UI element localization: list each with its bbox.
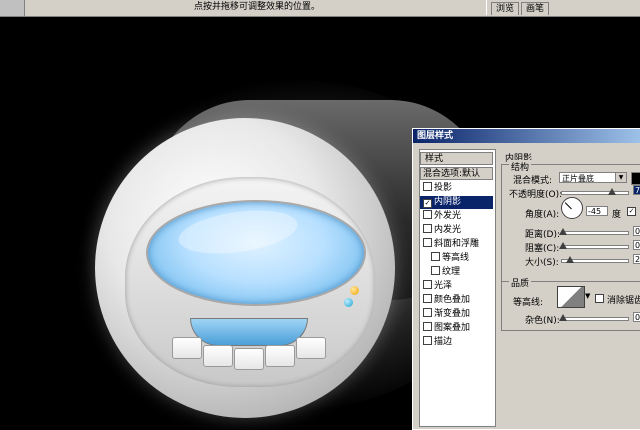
style-item-label: 光泽 <box>434 281 453 291</box>
distance-label: 距离(D): <box>525 230 560 240</box>
contour-label: 等高线: <box>513 298 544 308</box>
style-item-color-overlay[interactable]: 颜色叠加 <box>420 294 493 307</box>
palette-well: 浏览 画笔 <box>486 0 640 15</box>
device-key <box>234 348 264 370</box>
slider-thumb-icon[interactable] <box>566 256 574 263</box>
size-slider[interactable] <box>561 256 629 263</box>
layer-style-dialog: 图层样式 样式 混合选项:默认 投影 ✓ 内阴影 外发光 内发光 斜面和浮雕 等高… <box>412 128 640 430</box>
style-item-outer-glow[interactable]: 外发光 <box>420 210 493 223</box>
checkbox-icon[interactable] <box>423 182 432 191</box>
shadow-color-swatch[interactable] <box>631 172 640 185</box>
choke-field[interactable]: 0 <box>633 240 640 250</box>
quality-title: 品质 <box>509 276 532 289</box>
device-key <box>172 337 202 359</box>
options-bar: 点按并拖移可调整效果的位置。 浏览 画笔 <box>0 0 640 17</box>
noise-label: 杂色(N): <box>525 316 560 326</box>
distance-field[interactable]: 0 <box>633 226 640 236</box>
size-field[interactable]: 21 <box>633 254 640 264</box>
checkbox-icon[interactable] <box>423 294 432 303</box>
slider-thumb-icon[interactable] <box>559 242 567 249</box>
options-hint-text: 点按并拖移可调整效果的位置。 <box>194 2 321 12</box>
checkbox-icon[interactable] <box>423 336 432 345</box>
checkbox-icon[interactable] <box>423 210 432 219</box>
style-list-blending-options[interactable]: 混合选项:默认 <box>420 167 493 180</box>
style-item-satin[interactable]: 光泽 <box>420 280 493 293</box>
dropdown-arrow-icon[interactable]: ▼ <box>615 173 626 182</box>
slider-thumb-icon[interactable] <box>559 228 567 235</box>
style-item-label: 内发光 <box>434 225 462 235</box>
tab-brushes[interactable]: 画笔 <box>521 2 550 15</box>
style-item-pattern-overlay[interactable]: 图案叠加 <box>420 322 493 335</box>
angle-dial-needle <box>564 202 572 210</box>
opacity-slider[interactable] <box>561 188 629 195</box>
style-item-inner-glow[interactable]: 内发光 <box>420 224 493 237</box>
device-key <box>296 337 326 359</box>
style-item-stroke[interactable]: 描边 <box>420 336 493 349</box>
contour-preview[interactable] <box>557 286 585 308</box>
style-item-label: 纹理 <box>442 267 461 277</box>
style-item-drop-shadow[interactable]: 投影 <box>420 182 493 195</box>
structure-title: 结构 <box>509 160 532 173</box>
style-list-header-styles[interactable]: 样式 <box>420 152 493 165</box>
checkbox-icon[interactable] <box>423 280 432 289</box>
blue-led-icon <box>344 298 353 307</box>
choke-label: 阻塞(C): <box>525 244 560 254</box>
style-item-bevel-emboss[interactable]: 斜面和浮雕 <box>420 238 493 251</box>
noise-slider[interactable] <box>559 314 629 321</box>
options-bar-left <box>0 0 25 16</box>
checkbox-icon[interactable] <box>431 252 440 261</box>
size-label: 大小(S): <box>525 258 559 268</box>
angle-field[interactable]: -45 <box>586 206 608 216</box>
style-item-label: 图案叠加 <box>434 323 471 333</box>
slider-thumb-icon[interactable] <box>559 314 567 321</box>
style-item-label: 内阴影 <box>434 197 462 207</box>
device-key <box>265 345 295 367</box>
style-list: 样式 混合选项:默认 投影 ✓ 内阴影 外发光 内发光 斜面和浮雕 等高线 纹理 … <box>419 149 496 427</box>
checkbox-icon[interactable] <box>431 266 440 275</box>
style-item-label: 等高线 <box>442 253 470 263</box>
style-item-label: 外发光 <box>434 211 462 221</box>
orange-led-icon <box>350 286 359 295</box>
checkbox-icon[interactable] <box>423 224 432 233</box>
blend-mode-label: 混合模式: <box>513 176 553 186</box>
angle-dial-icon[interactable] <box>561 197 583 219</box>
checkbox-icon[interactable] <box>423 322 432 331</box>
opacity-field[interactable]: 75 <box>633 185 640 195</box>
distance-slider[interactable] <box>559 228 629 235</box>
angle-label: 角度(A): <box>525 210 560 220</box>
anti-alias-label: 消除锯齿 <box>607 296 640 306</box>
blend-mode-select[interactable]: 正片叠底 ▼ <box>559 172 627 183</box>
degree-unit: 度 <box>612 210 622 220</box>
anti-alias-checkbox[interactable] <box>595 294 604 303</box>
style-item-inner-shadow[interactable]: ✓ 内阴影 <box>420 196 493 209</box>
style-item-label: 投影 <box>434 183 453 193</box>
global-light-checkbox[interactable]: ✓ <box>627 207 636 216</box>
checkbox-icon[interactable] <box>423 308 432 317</box>
lower-display-arc <box>190 318 308 346</box>
style-item-texture[interactable]: 纹理 <box>420 266 493 279</box>
slider-thumb-icon[interactable] <box>608 188 616 195</box>
style-item-label: 描边 <box>434 337 453 347</box>
style-item-label: 颜色叠加 <box>434 295 471 305</box>
tab-browse[interactable]: 浏览 <box>491 2 520 15</box>
dialog-title[interactable]: 图层样式 <box>413 129 640 143</box>
style-item-label: 斜面和浮雕 <box>434 239 480 249</box>
noise-field[interactable]: 0 <box>633 312 640 322</box>
checkbox-checked-icon[interactable]: ✓ <box>423 199 432 208</box>
style-item-contour[interactable]: 等高线 <box>420 252 493 265</box>
checkbox-icon[interactable] <box>423 238 432 247</box>
choke-slider[interactable] <box>559 242 629 249</box>
contour-dropdown-arrow-icon[interactable]: ▼ <box>585 292 590 300</box>
device-key <box>203 345 233 367</box>
style-item-label: 渐变叠加 <box>434 309 471 319</box>
style-item-gradient-overlay[interactable]: 渐变叠加 <box>420 308 493 321</box>
blend-mode-value: 正片叠底 <box>562 174 594 183</box>
opacity-label: 不透明度(O): <box>509 190 563 200</box>
